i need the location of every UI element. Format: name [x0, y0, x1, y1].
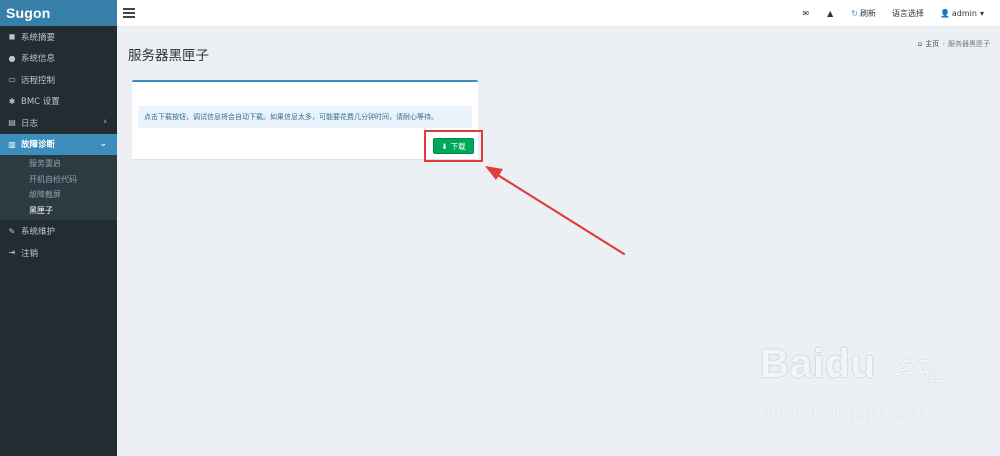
highlight-box: ⬇ 下载 [424, 130, 483, 162]
top-header: ✉ ▲ ↻ 刷新 语言选择 👤 admin ▾ [117, 0, 1000, 27]
subnav-item-crash-screenshot[interactable]: 故障截屏 [0, 187, 117, 203]
user-name: admin [951, 9, 977, 18]
sidebar-item-label: 远程控制 [21, 75, 56, 86]
download-button[interactable]: ⬇ 下载 [433, 138, 474, 154]
log-icon: ▤ [8, 118, 16, 128]
watermark-cn: 经验 [892, 358, 945, 388]
sidebar-item-system-summary[interactable]: ◼ 系统摘要 [0, 26, 117, 48]
sidebar-item-system-maintenance[interactable]: ✎ 系统维护 [0, 220, 117, 242]
sidebar-item-remote-control[interactable]: ▭ 远程控制 [0, 69, 117, 91]
sidebar-item-bmc-settings[interactable]: ✱ BMC 设置 [0, 91, 117, 113]
language-label: 语言选择 [891, 9, 924, 18]
home-icon: ⌂ [917, 40, 923, 48]
breadcrumb: ⌂ 主页 › 服务器黑匣子 [918, 39, 990, 49]
sidebar-item-fault-diagnosis[interactable]: ▥ 故障诊断 ⌄ [0, 133, 117, 155]
sidebar-item-label: 日志 [21, 118, 39, 129]
sidebar-item-logout[interactable]: ⇥ 注销 [0, 242, 117, 264]
sidebar-item-label: 注销 [21, 248, 39, 259]
refresh-button[interactable]: ↻ 刷新 [843, 0, 884, 27]
logo-text: Sugon [6, 5, 51, 21]
sidebar-item-label: 系统维护 [21, 227, 56, 238]
sidebar-item-label: BMC 设置 [21, 97, 60, 108]
hamburger-menu-icon[interactable] [123, 8, 135, 18]
logout-icon: ⇥ [8, 248, 16, 258]
gear-icon: ✱ [8, 96, 16, 106]
mail-icon: ✉ [802, 9, 810, 18]
monitor-icon: ▭ [8, 75, 16, 85]
download-icon: ⬇ [441, 141, 448, 151]
info-icon: ● [8, 53, 16, 63]
breadcrumb-separator: › [942, 40, 945, 48]
sidebar-item-label: 系统信息 [21, 54, 56, 65]
user-icon: 👤 [939, 9, 950, 18]
sidebar-subnav: 服务重启 开机自检代码 故障截屏 黑匣子 [0, 155, 117, 221]
user-menu[interactable]: 👤 admin ▾ [932, 0, 992, 27]
alert-button[interactable]: ▲ [819, 0, 843, 27]
header-actions: ✉ ▲ ↻ 刷新 语言选择 👤 admin ▾ [794, 0, 992, 27]
caret-down-icon: ▾ [979, 9, 984, 18]
logo[interactable]: Sugon [0, 0, 117, 26]
baidu-watermark: Baidu 经验 jingyan.baidu.com [760, 342, 990, 432]
chevron-down-icon: ⌄ [99, 138, 107, 149]
wrench-icon: ✎ [8, 226, 16, 236]
sidebar-item-label: 系统摘要 [21, 32, 56, 43]
sidebar-item-label: 故障诊断 [21, 140, 56, 151]
warning-icon: ▲ [827, 9, 834, 18]
download-label: 下载 [450, 141, 466, 151]
watermark-logo: Baidu [760, 342, 877, 386]
dashboard-icon: ◼ [8, 32, 16, 42]
subnav-item-black-box[interactable]: 黑匣子 [0, 203, 117, 219]
info-callout: 点击下载按钮，调试信息将会自动下载。如果信息太多，可能要花费几分钟时间，请耐心等… [138, 106, 472, 128]
refresh-icon: ↻ [851, 9, 858, 18]
sidebar-item-logs[interactable]: ▤ 日志 › [0, 112, 117, 134]
page-title: 服务器黑匣子 [128, 48, 209, 64]
watermark-url: jingyan.baidu.com [766, 404, 928, 425]
breadcrumb-current: 服务器黑匣子 [948, 40, 990, 48]
subnav-item-post-code[interactable]: 开机自检代码 [0, 172, 117, 188]
mail-button[interactable]: ✉ [794, 0, 819, 27]
language-select[interactable]: 语言选择 [884, 0, 932, 27]
breadcrumb-home[interactable]: 主页 [925, 39, 939, 49]
sidebar: Sugon ◼ 系统摘要 ● 系统信息 ▭ 远程控制 ✱ BMC 设置 ▤ 日志… [0, 0, 117, 456]
subnav-item-service-restart[interactable]: 服务重启 [0, 156, 117, 172]
chevron-right-icon: › [103, 117, 107, 127]
chart-icon: ▥ [8, 139, 16, 149]
refresh-label: 刷新 [859, 9, 876, 18]
sidebar-item-system-info[interactable]: ● 系统信息 [0, 48, 117, 70]
